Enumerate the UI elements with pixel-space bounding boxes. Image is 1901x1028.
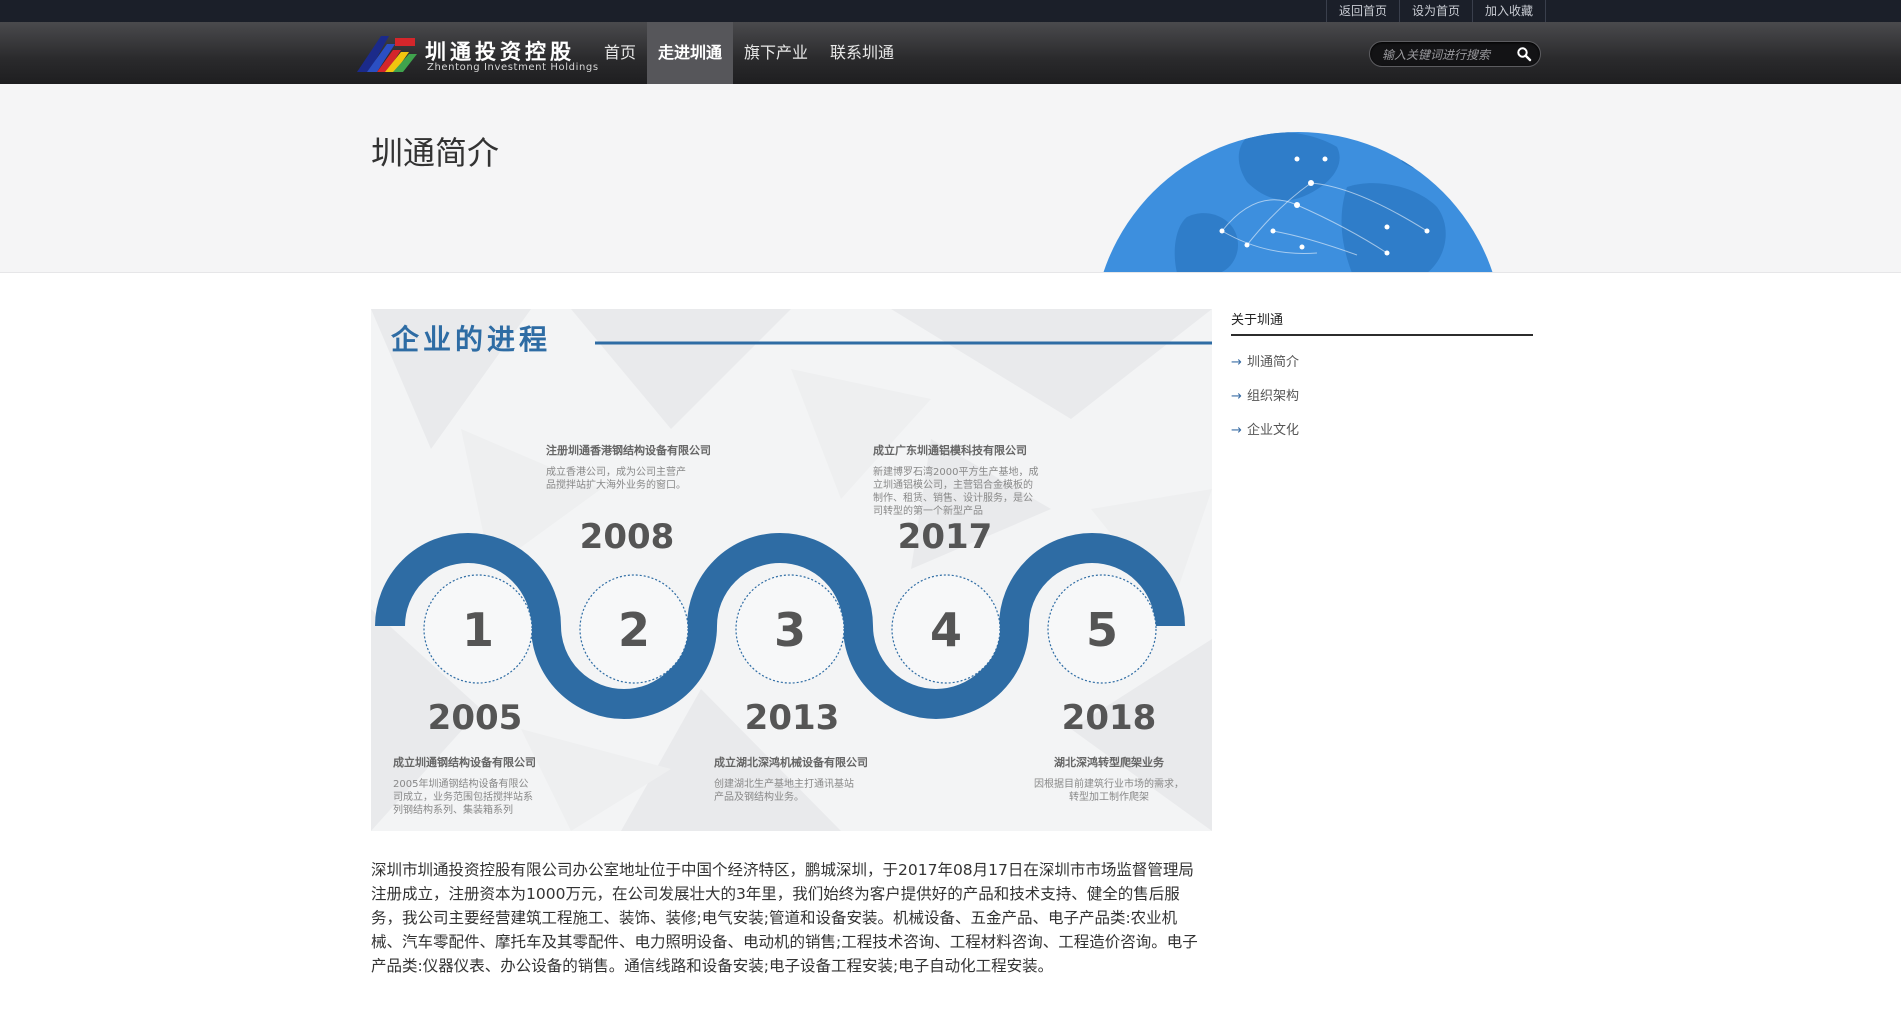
nav-about[interactable]: 走进圳通 xyxy=(647,22,734,84)
milestone-desc-4-line-4: 司转型的第一个新型产品 xyxy=(873,504,983,517)
milestone-year-5: 2018 xyxy=(1062,698,1157,738)
sidebar-title: 关于圳通 xyxy=(1231,305,1533,336)
milestone-year-3: 2013 xyxy=(745,698,840,738)
milestone-year-1: 2005 xyxy=(428,698,523,738)
search-icon[interactable] xyxy=(1516,46,1532,62)
about-sidebar: 关于圳通 → 圳通简介 → 组织架构 → 企业文化 xyxy=(1231,305,1533,448)
main-menu: 首页 走进圳通 旗下产业 联系圳通 xyxy=(593,22,905,84)
sidebar-item-profile[interactable]: → 圳通简介 xyxy=(1231,346,1533,380)
company-intro-text: 深圳市圳通投资控股有限公司办公室地址位于中国个经济特区，鹏城深圳，于2017年0… xyxy=(371,861,1198,975)
nav-home[interactable]: 首页 xyxy=(593,22,647,84)
milestone-number-2: 2 xyxy=(618,603,650,657)
milestone-title-2: 注册圳通香港钢结构设备有限公司 xyxy=(546,443,711,457)
milestone-desc-2-line-2: 品搅拌站扩大海外业务的窗口。 xyxy=(546,478,686,491)
logo-name-en: Zhentong Investment Holdings xyxy=(427,62,599,73)
milestone-desc-5-line-2: 转型加工制作爬架 xyxy=(1069,790,1149,803)
milestone-desc-4-line-3: 制作、租赁、销售、设计服务，是公 xyxy=(873,491,1033,504)
arrow-right-icon: → xyxy=(1231,389,1242,404)
link-set-homepage[interactable]: 设为首页 xyxy=(1398,0,1472,22)
milestone-title-4: 成立广东圳通铝模科技有限公司 xyxy=(873,443,1027,457)
top-links: 返回首页 设为首页 加入收藏 xyxy=(1325,0,1546,22)
sidebar-item-label: 企业文化 xyxy=(1247,423,1300,438)
link-back-home[interactable]: 返回首页 xyxy=(1325,0,1399,22)
globe-illustration xyxy=(1103,132,1493,272)
search-box xyxy=(1369,41,1541,67)
milestone-year-4: 2017 xyxy=(898,517,993,557)
milestone-desc-3-line-2: 产品及钢结构业务。 xyxy=(714,790,804,803)
link-add-favorite[interactable]: 加入收藏 xyxy=(1471,0,1546,22)
page-banner: 圳通简介 xyxy=(0,84,1901,273)
company-timeline: 企业的进程 1 2 3 4 5 2005 2008 2013 2017 2018 xyxy=(371,309,1212,831)
milestone-desc-4-line-1: 新建博罗石湾2000平方生产基地，成 xyxy=(873,465,1038,478)
milestone-title-3: 成立湖北深鸿机械设备有限公司 xyxy=(714,755,868,769)
milestone-desc-1-line-1: 2005年圳通钢结构设备有限公 xyxy=(393,777,528,790)
arrow-right-icon: → xyxy=(1231,423,1242,438)
milestone-title-1: 成立圳通钢结构设备有限公司 xyxy=(393,755,536,769)
timeline-graphic: 企业的进程 1 2 3 4 5 2005 2008 2013 2017 2018 xyxy=(371,309,1212,831)
timeline-heading: 企业的进程 xyxy=(391,323,551,356)
milestone-title-5: 湖北深鸿转型爬架业务 xyxy=(1054,755,1165,769)
milestone-number-1: 1 xyxy=(462,603,494,657)
sidebar-item-label: 组织架构 xyxy=(1247,389,1300,404)
logo-mark-icon xyxy=(357,36,417,72)
milestone-desc-3-line-1: 创建湖北生产基地主打通讯基站 xyxy=(714,777,854,790)
arrow-right-icon: → xyxy=(1231,355,1242,370)
milestone-number-4: 4 xyxy=(930,603,962,657)
search-input[interactable] xyxy=(1382,45,1512,64)
company-logo[interactable]: 圳通投资控股 Zhentong Investment Holdings xyxy=(355,30,598,76)
nav-contact[interactable]: 联系圳通 xyxy=(819,22,905,84)
milestone-year-2: 2008 xyxy=(580,517,675,557)
sidebar-item-culture[interactable]: → 企业文化 xyxy=(1231,414,1533,448)
nav-industries[interactable]: 旗下产业 xyxy=(733,22,819,84)
milestone-number-3: 3 xyxy=(774,603,806,657)
sidebar-item-structure[interactable]: → 组织架构 xyxy=(1231,380,1533,414)
milestone-desc-5-line-1: 因根据目前建筑行业市场的需求， xyxy=(1034,777,1184,790)
page-title: 圳通简介 xyxy=(371,134,500,172)
milestone-number-5: 5 xyxy=(1086,603,1118,657)
sidebar-list: → 圳通简介 → 组织架构 → 企业文化 xyxy=(1231,346,1533,448)
milestone-desc-4-line-2: 立圳通铝模公司，主营铝合金模板的 xyxy=(873,478,1033,491)
top-utility-bar: 返回首页 设为首页 加入收藏 xyxy=(0,0,1901,22)
milestone-desc-2-line-1: 成立香港公司，成为公司主营产 xyxy=(546,465,686,478)
milestone-desc-1-line-3: 列钢结构系列、集装箱系列 xyxy=(393,803,513,816)
main-navbar: 圳通投资控股 Zhentong Investment Holdings 首页 走… xyxy=(0,22,1901,84)
milestone-desc-1-line-2: 司成立，业务范围包括搅拌站系 xyxy=(393,790,533,803)
sidebar-item-label: 圳通简介 xyxy=(1247,355,1300,370)
